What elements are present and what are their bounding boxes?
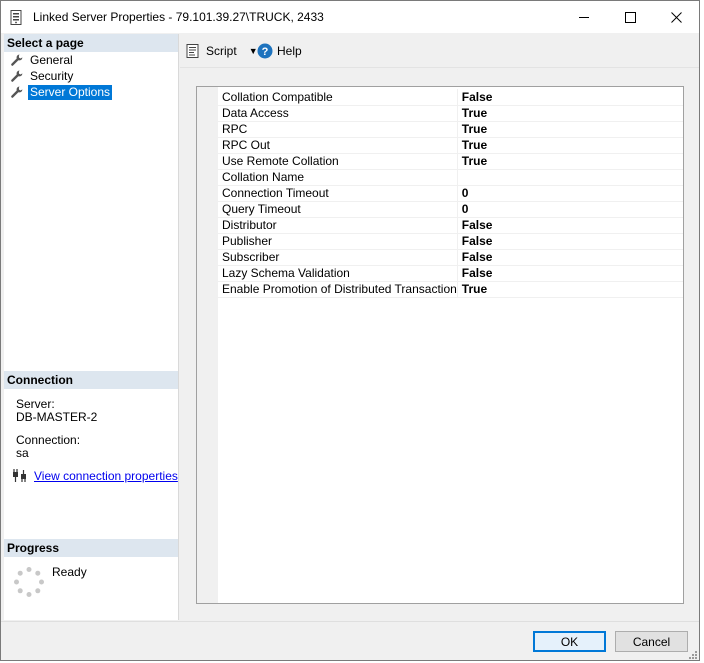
property-row[interactable]: Collation Compatible False [218,89,683,106]
view-connection-properties[interactable]: View connection properties [12,468,178,484]
help-label: Help [277,44,302,58]
property-value[interactable]: True [457,121,683,138]
progress-header: Progress [4,539,178,557]
property-grid[interactable]: Collation Compatible False Data Access Tru… [196,86,684,604]
property-row[interactable]: Publisher False [218,233,683,250]
property-grid-gutter [197,87,218,603]
property-value[interactable]: False [457,233,683,250]
window-title: Linked Server Properties - 79.101.39.27\… [33,10,324,24]
property-row[interactable]: Distributor False [218,217,683,234]
ok-button[interactable]: OK [533,631,606,652]
page-item-security[interactable]: Security [10,68,75,84]
script-label: Script [206,44,237,58]
connection-plug-icon [12,468,28,484]
minimize-button[interactable] [561,1,607,33]
property-row[interactable]: Connection Timeout 0 [218,185,683,202]
connection-header: Connection [4,371,178,389]
close-icon [670,11,682,23]
property-name: Enable Promotion of Distributed Transact… [218,281,458,298]
connection-value: sa [16,446,29,460]
server-label: Server: [16,397,55,411]
linked-server-properties-dialog: Linked Server Properties - 79.101.39.27\… [0,0,700,661]
property-name: Collation Name [218,169,458,186]
connection-label: Connection: [16,433,81,447]
title-bar[interactable]: Linked Server Properties - 79.101.39.27\… [1,1,699,33]
resize-grip-icon[interactable] [687,648,697,659]
property-name: Collation Compatible [218,89,458,106]
svg-text:?: ? [262,46,269,58]
property-value[interactable]: False [457,265,683,282]
property-value[interactable]: True [457,281,683,298]
property-row[interactable]: Subscriber False [218,249,683,266]
property-value[interactable]: False [457,89,683,106]
property-row[interactable]: Lazy Schema Validation False [218,265,683,282]
property-name: RPC Out [218,137,458,154]
property-value[interactable]: 0 [457,201,683,218]
view-connection-link[interactable]: View connection properties [34,469,178,483]
wrench-icon [10,53,24,67]
property-row[interactable]: Collation Name [218,169,683,186]
property-name: Query Timeout [218,201,458,218]
page-item-label: Server Options [28,84,113,100]
left-pane: Select a page General Security Server Op… [4,34,179,620]
progress-spinner-icon [13,566,45,598]
property-name: Connection Timeout [218,185,458,202]
page-item-label: General [30,52,73,67]
cancel-button[interactable]: Cancel [615,631,688,652]
property-row[interactable]: RPC Out True [218,137,683,154]
property-name: RPC [218,121,458,138]
property-value[interactable]: True [457,137,683,154]
property-row[interactable]: RPC True [218,121,683,138]
wrench-icon [10,69,24,83]
property-name: Publisher [218,233,458,250]
script-button[interactable]: Script ▼ [185,42,258,60]
toolbar: Script ▼ ? Help [180,34,699,68]
progress-status: Ready [52,565,87,579]
script-icon [185,43,201,59]
dialog-button-bar: OK Cancel [1,621,699,660]
property-name: Use Remote Collation [218,153,458,170]
maximize-button[interactable] [607,1,653,33]
property-row[interactable]: Use Remote Collation True [218,153,683,170]
property-row[interactable]: Enable Promotion of Distributed Transact… [218,281,683,298]
property-value[interactable]: False [457,217,683,234]
server-value: DB-MASTER-2 [16,410,98,424]
property-row[interactable]: Data Access True [218,105,683,122]
property-value[interactable]: False [457,249,683,266]
property-name: Distributor [218,217,458,234]
property-row[interactable]: Query Timeout 0 [218,201,683,218]
property-table: Collation Compatible False Data Access Tru… [218,89,683,298]
close-button[interactable] [653,1,699,33]
page-item-general[interactable]: General [10,52,75,68]
property-value[interactable]: True [457,153,683,170]
property-value[interactable] [457,169,683,186]
property-value[interactable]: 0 [457,185,683,202]
help-icon: ? [257,43,273,59]
page-item-label: Security [30,68,74,83]
server-app-icon [10,10,22,25]
maximize-icon [624,11,636,23]
property-value[interactable]: True [457,105,683,122]
server-options-panel: Collation Compatible False Data Access Tru… [180,69,699,620]
help-button[interactable]: ? Help [257,42,302,60]
property-name: Subscriber [218,249,458,266]
page-item-server-options[interactable]: Server Options [10,84,113,100]
property-name: Lazy Schema Validation [218,265,458,282]
select-page-header: Select a page [4,34,178,52]
property-name: Data Access [218,105,458,122]
wrench-icon [10,85,24,99]
minimize-icon [578,16,589,18]
